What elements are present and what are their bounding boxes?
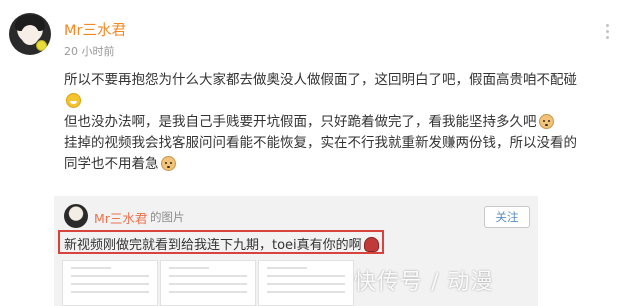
- dog-emoji-icon: [538, 114, 554, 129]
- quoted-text-content: 新视频刚做完就看到给我连下九期，toei真有你的啊: [64, 238, 362, 253]
- grin-emoji-icon: [66, 93, 81, 108]
- watermark: 快传号 / 动漫: [354, 270, 494, 295]
- quoted-text: 新视频刚做完就看到给我连下九期，toei真有你的啊: [64, 234, 379, 253]
- image-thumbnail[interactable]: [160, 260, 256, 306]
- post-paragraph-text-1: 所以不要再抱怨为什么大家都去做奥没人做假面了，这回明白了吧，假面高贵咱不配碰: [64, 72, 577, 88]
- post-timestamp[interactable]: 20 小时前: [64, 43, 115, 59]
- post-paragraph: 所以不要再抱怨为什么大家都去做奥没人做假面了，这回明白了吧，假面高贵咱不配碰: [64, 70, 584, 112]
- image-thumbnail[interactable]: [62, 260, 158, 306]
- more-options-icon[interactable]: [605, 24, 611, 44]
- post-paragraph: 挂掉的视频我会找客服问问看能不能恢复，实在不行我就重新发赚两份钱，所以没看的同学…: [64, 133, 584, 175]
- avatar[interactable]: [9, 13, 51, 55]
- post-paragraph: 但也没办法啊，是我自己手贱要开坑假面，只好跪着做完了，看我能坚持多久吧: [64, 112, 584, 133]
- avatar-badge: [36, 40, 47, 51]
- post-username[interactable]: Mr三水君: [64, 19, 126, 40]
- post-paragraph-text-2: 但也没办法啊，是我自己手贱要开坑假面，只好跪着做完了，看我能坚持多久吧: [64, 114, 537, 130]
- quoted-meta: 的图片: [150, 210, 185, 224]
- post-body: 所以不要再抱怨为什么大家都去做奥没人做假面了，这回明白了吧，假面高贵咱不配碰 但…: [64, 70, 584, 175]
- broken-heart-emoji-icon: [363, 237, 379, 252]
- weibo-post-card: Mr三水君 20 小时前 所以不要再抱怨为什么大家都去做奥没人做假面了，这回明白…: [0, 0, 641, 306]
- image-thumbnail[interactable]: [258, 260, 354, 306]
- dog-emoji-icon: [160, 156, 176, 171]
- follow-button[interactable]: 关注: [484, 206, 530, 228]
- post-paragraph-text-3: 挂掉的视频我会找客服问问看能不能恢复，实在不行我就重新发赚两份钱，所以没看的同学…: [64, 135, 577, 172]
- quoted-avatar[interactable]: [64, 204, 88, 228]
- quoted-username[interactable]: Mr三水君: [94, 208, 147, 227]
